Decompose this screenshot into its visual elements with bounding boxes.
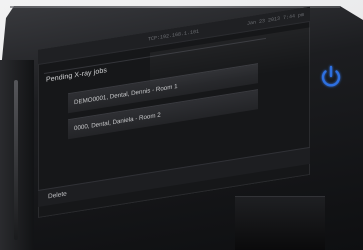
power-icon bbox=[321, 65, 341, 87]
delete-button[interactable]: Delete bbox=[44, 184, 104, 204]
device-top-edge bbox=[10, 6, 340, 8]
network-address: TCP:192.168.1.101 bbox=[148, 28, 200, 43]
device-photo: TCP:192.168.1.101 Jan 23 2013 7:44 pm Pe… bbox=[0, 0, 363, 250]
power-button[interactable] bbox=[316, 62, 346, 92]
device-left-bezel bbox=[0, 60, 34, 250]
lower-panel-window bbox=[235, 196, 325, 250]
